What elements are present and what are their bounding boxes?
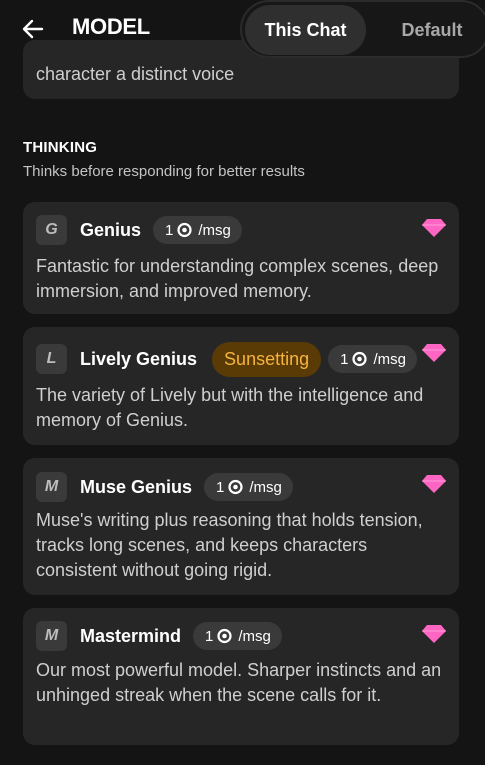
model-description: The variety of Lively but with the intel… xyxy=(36,385,424,430)
model-description: Fantastic for understanding complex scen… xyxy=(36,256,439,301)
price-pill: 1 /msg xyxy=(193,622,282,650)
price-amount: 1 xyxy=(165,221,174,239)
section-title: THINKING xyxy=(23,139,98,156)
model-card-header: L Lively Genius Sunsetting 1 /msg xyxy=(36,341,417,377)
model-settings-page: character a distinct voice MODEL This Ch… xyxy=(0,0,485,765)
model-name: Mastermind xyxy=(80,625,182,646)
gem-icon xyxy=(422,625,446,643)
model-description: character a distinct voice xyxy=(36,64,235,84)
model-card-mastermind[interactable]: M Mastermind 1 /msg Our most powerful mo… xyxy=(23,608,459,745)
model-letter-icon: G xyxy=(36,215,67,245)
coin-icon xyxy=(217,628,232,644)
price-amount: 1 xyxy=(205,627,214,645)
model-description: Our most powerful model. Sharper instinc… xyxy=(36,660,442,705)
model-name: Genius xyxy=(80,219,142,240)
section-subtitle: Thinks before responding for better resu… xyxy=(23,163,305,180)
tab-default[interactable]: Default xyxy=(382,5,482,55)
coin-icon xyxy=(228,479,243,495)
price-unit: /msg xyxy=(373,350,406,368)
model-card-muse-genius[interactable]: M Muse Genius 1 /msg Muse's writing plus… xyxy=(23,458,459,595)
price-unit: /msg xyxy=(238,627,271,645)
price-pill: 1 /msg xyxy=(153,216,242,244)
header: MODEL This Chat Default xyxy=(0,0,485,58)
price-amount: 1 xyxy=(340,350,349,368)
model-name: Muse Genius xyxy=(80,476,193,497)
scope-toggle: This Chat Default xyxy=(240,0,485,58)
model-letter-icon: M xyxy=(36,621,67,651)
price-unit: /msg xyxy=(198,221,231,239)
model-card-header: G Genius 1 /msg xyxy=(36,215,242,245)
page-title: MODEL xyxy=(72,14,150,39)
model-card-header: M Muse Genius 1 /msg xyxy=(36,472,293,502)
model-description: Muse's writing plus reasoning that holds… xyxy=(36,510,423,580)
coin-icon xyxy=(177,222,192,238)
model-letter-icon: M xyxy=(36,472,67,502)
price-unit: /msg xyxy=(249,478,282,496)
gem-icon xyxy=(422,344,446,362)
coin-icon xyxy=(352,351,368,367)
tab-this-chat[interactable]: This Chat xyxy=(245,5,366,55)
model-card-lively-genius[interactable]: L Lively Genius Sunsetting 1 /msg The va… xyxy=(23,327,459,445)
model-card-genius[interactable]: G Genius 1 /msg Fantastic for understand… xyxy=(23,202,459,314)
back-button[interactable] xyxy=(20,16,46,42)
model-card-header: M Mastermind 1 /msg xyxy=(36,621,282,651)
model-name: Lively Genius xyxy=(80,348,198,369)
back-arrow-icon xyxy=(22,19,44,39)
gem-icon xyxy=(422,475,446,493)
price-amount: 1 xyxy=(216,478,225,496)
price-pill: 1 /msg xyxy=(328,345,417,373)
gem-icon xyxy=(422,219,446,237)
sunsetting-badge: Sunsetting xyxy=(212,341,322,377)
price-pill: 1 /msg xyxy=(204,473,293,501)
model-letter-icon: L xyxy=(36,344,67,374)
